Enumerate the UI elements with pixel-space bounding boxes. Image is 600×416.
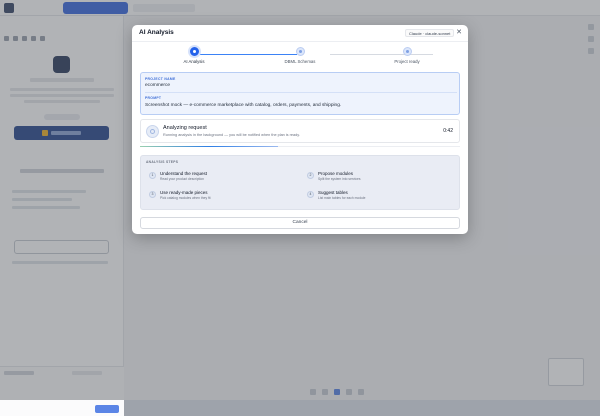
elapsed-timer: 0:42 <box>443 128 453 134</box>
step-number-badge: 3 <box>149 191 156 198</box>
analysis-step-item: 4 Suggest tables List main tables for ea… <box>307 190 457 204</box>
analyzing-title: Analyzing request <box>163 125 207 131</box>
analyzing-status-card: Analyzing request Running analysis in th… <box>140 119 460 143</box>
analysis-steps-label: ANALYSIS STEPS <box>146 160 179 164</box>
ai-analysis-dialog: AI Analysis Claude · claude-sonnet ✕ AI … <box>132 25 468 234</box>
project-name-value: ecommerce <box>145 83 171 88</box>
project-name-label: PROJECT NAME <box>145 77 176 81</box>
model-selector[interactable]: Claude · claude-sonnet <box>405 29 455 37</box>
step-indicator <box>189 47 199 56</box>
analyzing-subtitle: Running analysis in the background — you… <box>163 133 300 137</box>
analysis-steps-panel: ANALYSIS STEPS 1 Understand the request … <box>140 155 460 210</box>
stepper: AI Analysis DBML Schemas Project ready <box>132 41 468 71</box>
step-indicator <box>295 47 305 56</box>
step-project-ready: Project ready <box>367 47 447 64</box>
step-ai-analysis: AI Analysis <box>154 47 234 64</box>
step-indicator <box>402 47 412 56</box>
close-icon[interactable]: ✕ <box>454 28 464 38</box>
step-number-badge: 2 <box>307 172 314 179</box>
dialog-header: AI Analysis Claude · claude-sonnet ✕ <box>132 25 468 41</box>
analysis-step-item: 3 Use ready-made pieces Pick catalog mod… <box>149 190 299 204</box>
prompt-value: Screenshot mock — e-commerce marketplace… <box>145 103 342 108</box>
dialog-title: AI Analysis <box>139 29 174 36</box>
project-summary-card: PROJECT NAME ecommerce PROMPT Screenshot… <box>140 72 460 115</box>
cancel-button[interactable]: Cancel <box>140 217 460 229</box>
spinner-icon <box>146 125 159 138</box>
analysis-step-item: 2 Propose modules Split the system into … <box>307 171 457 185</box>
prompt-label: PROMPT <box>145 96 162 100</box>
step-dbml-schemas: DBML Schemas <box>260 47 340 64</box>
analysis-step-item: 1 Understand the request Read your produ… <box>149 171 299 185</box>
analysis-progress-bar <box>140 146 460 147</box>
progress-fill <box>140 146 278 147</box>
divider <box>145 92 457 93</box>
step-number-badge: 1 <box>149 172 156 179</box>
step-number-badge: 4 <box>307 191 314 198</box>
footer-button[interactable] <box>95 405 119 413</box>
